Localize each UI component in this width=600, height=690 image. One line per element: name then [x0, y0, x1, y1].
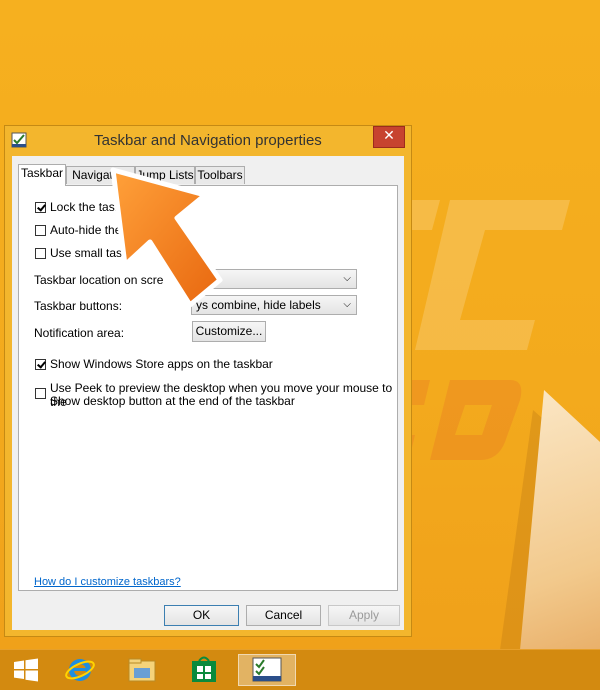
- file-explorer-icon: [128, 658, 156, 682]
- tab-taskbar[interactable]: Taskbar: [18, 164, 66, 186]
- store-apps-checkbox[interactable]: [35, 359, 46, 370]
- taskbar-properties-button[interactable]: [238, 654, 296, 686]
- small-buttons-checkbox[interactable]: [35, 248, 46, 259]
- start-icon: [14, 658, 38, 682]
- peek-label-line2: Show desktop button at the end of the ta…: [50, 394, 295, 408]
- store-apps-label: Show Windows Store apps on the taskbar: [50, 357, 273, 371]
- internet-explorer-icon: [65, 659, 95, 681]
- close-button[interactable]: ✕: [373, 126, 405, 148]
- dialog-title: Taskbar and Navigation properties: [94, 132, 322, 149]
- taskbar-properties-icon: [252, 657, 282, 682]
- store-icon: [192, 656, 216, 682]
- chevron-down-icon: ⌵: [343, 299, 351, 310]
- cancel-button[interactable]: Cancel: [246, 605, 321, 626]
- lock-taskbar-checkbox[interactable]: [35, 202, 46, 213]
- store-button[interactable]: [184, 654, 224, 686]
- auto-hide-checkbox[interactable]: [35, 225, 46, 236]
- ok-button[interactable]: OK: [164, 605, 239, 626]
- apply-button[interactable]: Apply: [328, 605, 400, 626]
- start-button[interactable]: [6, 654, 46, 686]
- chevron-down-icon: ⌵: [343, 273, 351, 284]
- customize-button[interactable]: Customize...: [192, 321, 266, 342]
- file-explorer-button[interactable]: [122, 654, 162, 686]
- taskbar: [0, 649, 600, 690]
- internet-explorer-button[interactable]: [60, 654, 100, 686]
- help-link[interactable]: How do I customize taskbars?: [34, 576, 181, 588]
- peek-checkbox[interactable]: [35, 388, 46, 399]
- notification-label: Notification area:: [34, 326, 125, 340]
- orange-arrow-annotation: [110, 167, 223, 308]
